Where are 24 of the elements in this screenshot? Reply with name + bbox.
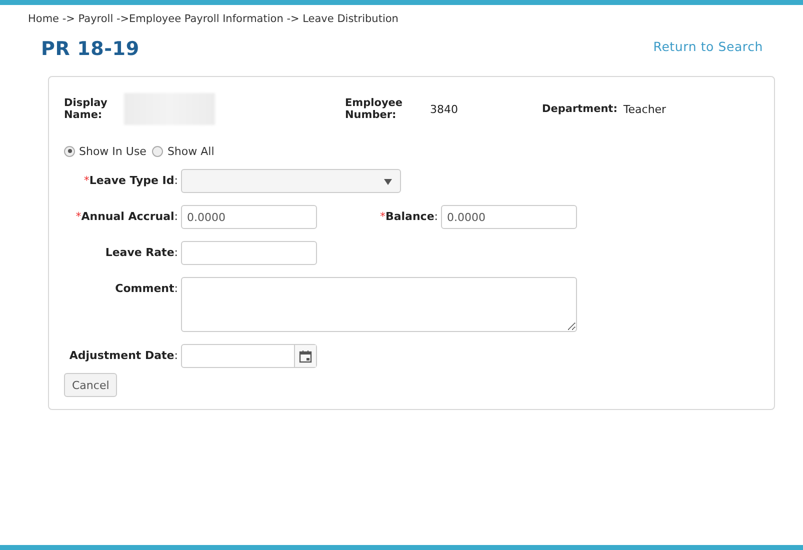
leave-type-dropdown[interactable]: [181, 169, 401, 193]
field-label: Comment:: [114, 281, 178, 297]
breadcrumb: Home -> Payroll ->Employee Payroll Information -> Leave Distribution: [28, 12, 400, 26]
radio-option[interactable]: Show All: [152, 144, 214, 158]
field-label: Employee Number:: [345, 97, 404, 121]
comment-field[interactable]: [181, 277, 577, 332]
input-field[interactable]: 0.0000: [441, 205, 577, 229]
field-value: Teacher: [623, 102, 666, 116]
input-field[interactable]: 0.0000: [181, 205, 317, 229]
field-label: *Balance:: [378, 209, 438, 225]
field-value: 3840: [430, 102, 458, 116]
cancel-button[interactable]: Cancel: [64, 373, 118, 397]
field-label: Department:: [542, 103, 618, 115]
field-label: Leave Rate:: [104, 245, 178, 261]
input-field[interactable]: [181, 241, 317, 265]
field-label: Adjustment Date:: [68, 348, 178, 364]
field-label: Display Name:: [64, 97, 108, 121]
calendar-icon[interactable]: [294, 345, 316, 367]
page-title: PR 18-19: [41, 38, 140, 60]
caret-icon: [384, 179, 392, 185]
field-label: *Annual Accrual:: [74, 209, 178, 225]
field-label: *Leave Type Id:: [82, 173, 178, 189]
date-field[interactable]: [181, 344, 317, 368]
radio-option[interactable]: Show In Use: [64, 144, 146, 158]
